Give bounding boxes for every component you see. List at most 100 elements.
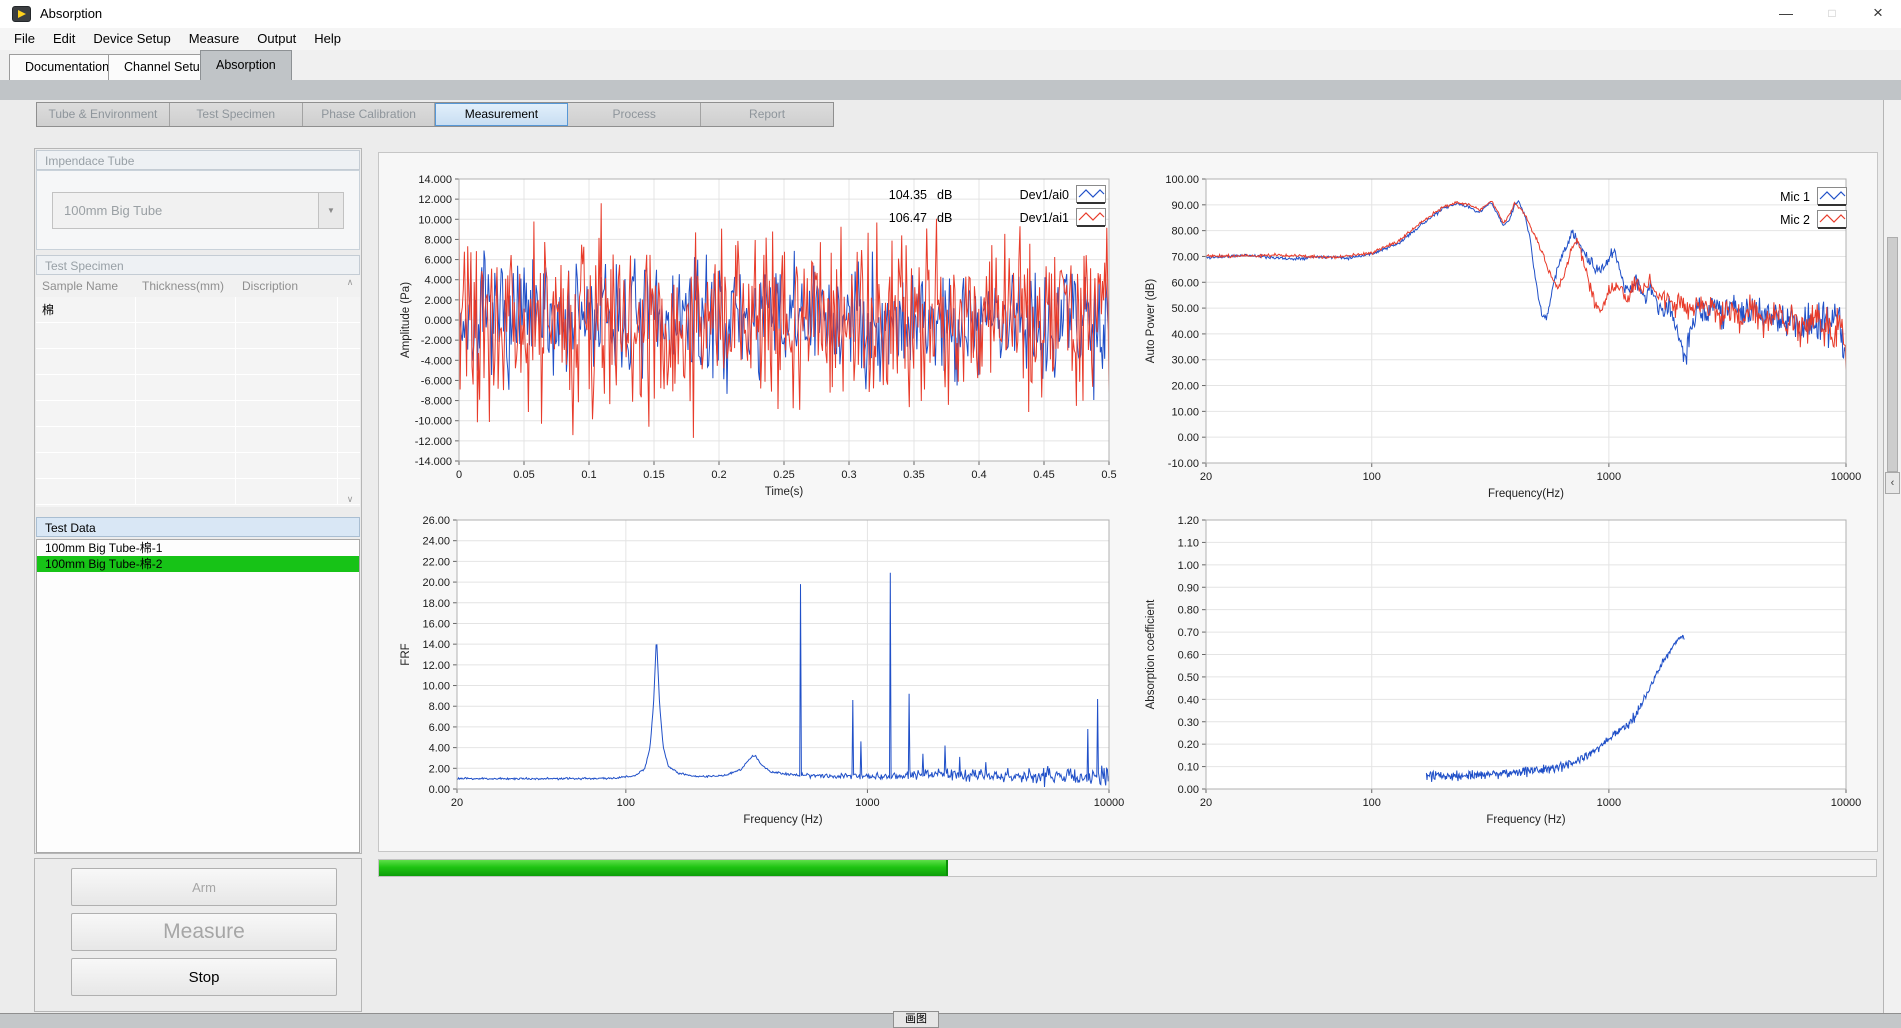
svg-text:Time(s): Time(s) [765,486,804,498]
svg-text:18.00: 18.00 [422,598,450,610]
svg-text:50.00: 50.00 [1171,303,1199,315]
svg-text:80.00: 80.00 [1171,226,1199,238]
table-row[interactable] [36,323,360,349]
level-value: 104.35 [879,188,927,202]
table-scrollbar[interactable]: ∧ ∨ [340,275,360,507]
svg-text:0.60: 0.60 [1178,650,1199,662]
test-data-item[interactable]: 100mm Big Tube-棉-1 [37,540,359,556]
svg-text:0.00: 0.00 [1178,432,1199,444]
mic-legend: Mic 1 Mic 2 [1761,185,1847,231]
scroll-up-icon[interactable]: ∧ [342,277,358,288]
svg-text:10.00: 10.00 [422,681,450,693]
subtab-report[interactable]: Report [701,103,833,126]
level-readout-ai0: 104.35 dB [879,183,952,206]
subtab-phase-calibration[interactable]: Phase Calibration [303,103,436,126]
cell-thickness [136,297,236,322]
impedance-tube-box: 100mm Big Tube ▼ [36,170,360,250]
subtab-process[interactable]: Process [568,103,701,126]
svg-text:0.00: 0.00 [1178,784,1199,796]
menu-output[interactable]: Output [248,28,305,50]
menu-measure[interactable]: Measure [180,28,249,50]
menu-help[interactable]: Help [305,28,350,50]
test-specimen-label: Test Specimen [36,255,360,275]
subtab-measurement[interactable]: Measurement [435,103,568,126]
tab-absorption[interactable]: Absorption [200,50,292,81]
svg-text:40.00: 40.00 [1171,329,1199,341]
table-row[interactable]: 棉 [36,297,360,323]
plot-line-icon [1076,185,1106,204]
subtab-test-specimen[interactable]: Test Specimen [170,103,303,126]
svg-text:0.90: 0.90 [1178,582,1199,594]
menu-edit[interactable]: Edit [44,28,84,50]
table-row[interactable] [36,349,360,375]
svg-text:26.00: 26.00 [422,515,450,527]
svg-text:10000: 10000 [1094,797,1125,809]
subtab-tube-environment[interactable]: Tube & Environment [37,103,170,126]
svg-text:100.00: 100.00 [1165,174,1199,186]
test-data-item-selected[interactable]: 100mm Big Tube-棉-2 [37,556,359,572]
svg-text:0.70: 0.70 [1178,627,1199,639]
table-row[interactable] [36,427,360,453]
svg-text:12.00: 12.00 [422,660,450,672]
absorption-coefficient-chart: 1.201.101.000.900.800.700.600.500.400.30… [1136,507,1866,845]
table-row[interactable] [36,375,360,401]
test-specimen-table[interactable]: Sample Name Thickness(mm) Discription 棉 [36,275,360,507]
tab-band [0,80,1901,100]
taskbar-item-paint[interactable]: 画图 [893,1011,939,1028]
legend-label: Mic 1 [1780,190,1810,204]
maximize-button[interactable]: □ [1809,0,1855,28]
svg-text:2.00: 2.00 [429,763,450,775]
svg-text:Amplitude (Pa): Amplitude (Pa) [400,282,412,358]
menu-device-setup[interactable]: Device Setup [84,28,179,50]
level-unit: dB [937,188,952,202]
svg-text:0.40: 0.40 [1178,694,1199,706]
column-discription: Discription [236,275,338,297]
svg-text:0.45: 0.45 [1033,469,1054,481]
table-row[interactable] [36,453,360,479]
svg-text:1.00: 1.00 [1178,560,1199,572]
svg-text:0.05: 0.05 [513,469,534,481]
legend-label: Mic 2 [1780,213,1810,227]
level-unit: dB [937,211,952,225]
main-tab-bar: Documentation Channel Setup Absorption [0,50,1901,80]
table-row[interactable] [36,479,360,505]
scroll-down-icon[interactable]: ∨ [342,494,358,505]
arm-button[interactable]: Arm [71,868,337,906]
svg-text:6.000: 6.000 [424,255,452,267]
charts-panel: 14.00012.00010.0008.0006.0004.0002.0000.… [378,152,1878,852]
legend-item-dev1-ai0[interactable]: Dev1/ai0 [1006,183,1106,206]
svg-text:Frequency(Hz): Frequency(Hz) [1488,488,1564,500]
impedance-tube-dropdown[interactable]: 100mm Big Tube ▼ [52,192,344,229]
menu-file[interactable]: File [5,28,44,50]
svg-text:FRF: FRF [400,643,412,665]
svg-text:22.00: 22.00 [422,556,450,568]
dropdown-arrow-icon[interactable]: ▼ [318,193,343,228]
legend-item-dev1-ai1[interactable]: Dev1/ai1 [1006,206,1106,229]
test-specimen-header: Sample Name Thickness(mm) Discription [36,275,360,297]
collapse-panel-arrow-icon[interactable]: ‹ [1885,472,1900,494]
window-title: Absorption [40,0,102,28]
svg-text:1.20: 1.20 [1178,515,1199,527]
sidebar-panel: Impendace Tube 100mm Big Tube ▼ Test Spe… [34,148,362,854]
level-value: 106.47 [879,211,927,225]
svg-text:100: 100 [1363,471,1381,483]
svg-text:-6.000: -6.000 [421,375,452,387]
legend-item-mic2[interactable]: Mic 2 [1761,208,1847,231]
table-row[interactable] [36,401,360,427]
scrollbar-thumb[interactable] [1887,237,1898,472]
column-sample-name: Sample Name [36,275,136,297]
svg-text:-14.000: -14.000 [415,456,452,468]
svg-text:-2.000: -2.000 [421,335,452,347]
legend-item-mic1[interactable]: Mic 1 [1761,185,1847,208]
svg-text:0: 0 [456,469,462,481]
measure-button[interactable]: Measure [71,913,337,951]
svg-text:10.00: 10.00 [1171,406,1199,418]
close-button[interactable]: × [1855,0,1901,28]
stop-button[interactable]: Stop [71,958,337,996]
svg-text:20.00: 20.00 [1171,381,1199,393]
legend-label: Dev1/ai1 [1020,211,1069,225]
minimize-button[interactable]: — [1763,0,1809,28]
cell-sample-name: 棉 [36,297,136,322]
svg-text:0.00: 0.00 [429,784,450,796]
right-scrollbar[interactable]: ‹ [1883,100,1901,1013]
